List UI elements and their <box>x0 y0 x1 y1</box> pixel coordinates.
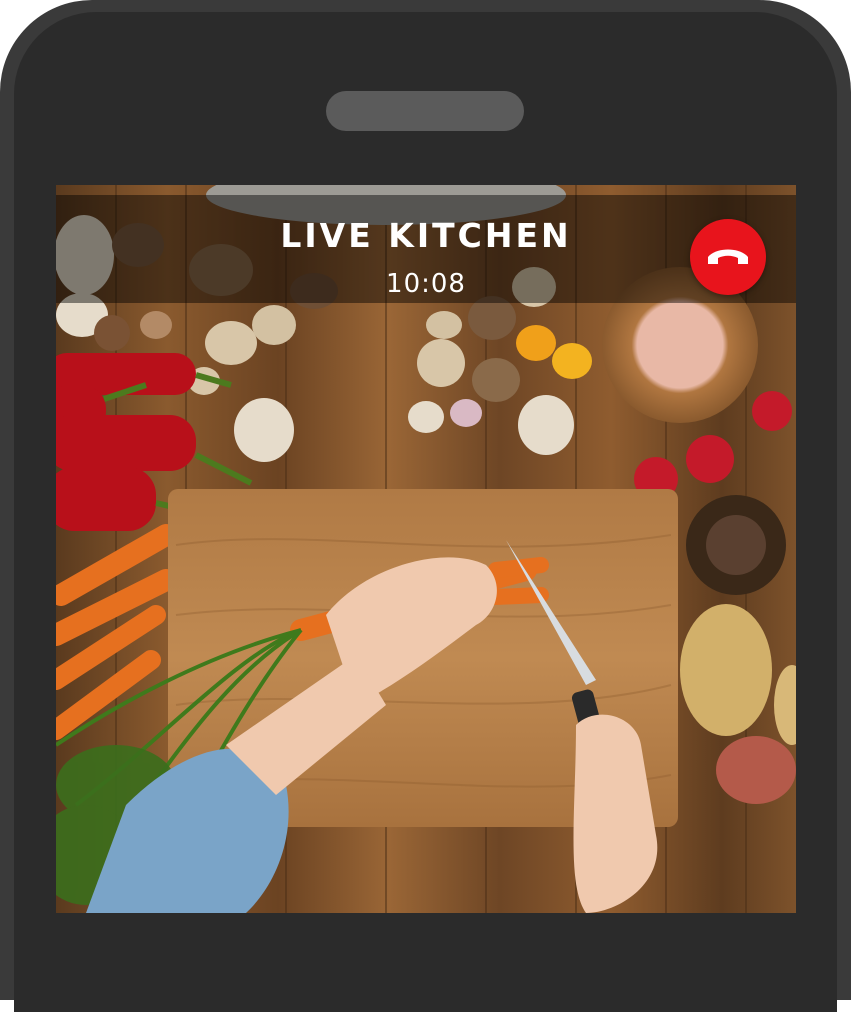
call-title: LIVE KITCHEN <box>280 216 572 255</box>
video-call-screen: LIVE KITCHEN 10:08 <box>56 185 796 913</box>
call-header-bar: LIVE KITCHEN 10:08 <box>56 195 796 303</box>
call-timer: 10:08 <box>386 269 466 299</box>
earpiece-speaker <box>326 91 524 131</box>
phone-hangup-icon <box>708 249 748 264</box>
end-call-button[interactable] <box>690 219 766 295</box>
